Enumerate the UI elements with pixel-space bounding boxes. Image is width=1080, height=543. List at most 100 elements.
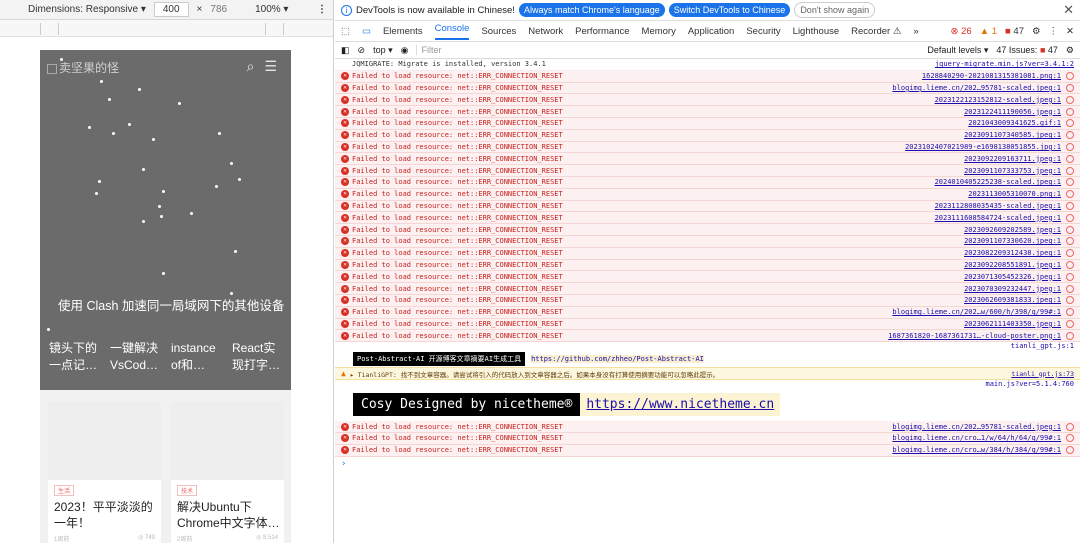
debug-icon[interactable]: [1066, 308, 1074, 317]
debug-icon[interactable]: [1066, 190, 1074, 199]
source-link[interactable]: tianli_gpt.js:1: [1011, 342, 1074, 350]
tab-application[interactable]: Application: [688, 26, 734, 37]
eye-icon[interactable]: ◉: [401, 45, 409, 56]
featured-card[interactable]: 一键解决VsCod…: [110, 340, 165, 382]
source-link[interactable]: tianli_gpt.js:73: [1011, 370, 1074, 378]
source-link[interactable]: 2023091107340585.jpeg:1: [964, 131, 1061, 139]
tab-performance[interactable]: Performance: [575, 26, 629, 37]
source-link[interactable]: 2023113005310070.png:1: [968, 190, 1061, 198]
sidebar-toggle-icon[interactable]: ◧: [341, 45, 350, 56]
tab-sources[interactable]: Sources: [481, 26, 516, 37]
debug-icon[interactable]: [1066, 319, 1074, 328]
source-link[interactable]: 1628840290-2021081315381081.png:1: [922, 72, 1061, 80]
console-settings-icon[interactable]: ⚙: [1066, 45, 1074, 56]
dont-show-button[interactable]: Don't show again: [794, 2, 876, 18]
debug-icon[interactable]: [1066, 237, 1074, 246]
source-link[interactable]: 2023062111403350.jpeg:1: [964, 320, 1061, 328]
source-link[interactable]: 2023092609202589.jpeg:1: [964, 226, 1061, 234]
search-icon[interactable]: ⌕: [247, 58, 255, 75]
featured-card[interactable]: instance of和…: [171, 340, 226, 382]
tab-recorder[interactable]: Recorder ⚠: [851, 26, 901, 37]
width-input[interactable]: 400: [153, 2, 189, 17]
debug-icon[interactable]: [1066, 213, 1074, 222]
debug-icon[interactable]: [1066, 95, 1074, 104]
debug-icon[interactable]: [1066, 446, 1074, 455]
source-link[interactable]: 2021043009341625.gif:1: [968, 119, 1061, 127]
post-card[interactable]: 生活 2023！平平淡淡的一年！ 1周前 ◎ 749: [48, 402, 161, 543]
source-link[interactable]: blogimg.lieme.cn/202…w/600/h/398/q/99#:1: [892, 308, 1061, 316]
debug-icon[interactable]: [1066, 249, 1074, 258]
debug-icon[interactable]: [1066, 272, 1074, 281]
source-link[interactable]: jquery-migrate.min.js?ver=3.4.1:2: [935, 60, 1074, 68]
close-devtools-icon[interactable]: ✕: [1066, 26, 1074, 37]
source-link[interactable]: 2023092209163711.jpeg:1: [964, 155, 1061, 163]
tab-console[interactable]: Console: [434, 23, 470, 40]
debug-icon[interactable]: [1066, 83, 1074, 92]
tab-elements[interactable]: Elements: [383, 26, 423, 37]
switch-chinese-button[interactable]: Switch DevTools to Chinese: [668, 3, 791, 17]
settings-icon[interactable]: ⚙: [1032, 26, 1041, 37]
hero-headline[interactable]: 使用 Clash 加速同一局域网下的其他设备: [58, 295, 284, 314]
debug-icon[interactable]: [1066, 296, 1074, 305]
debug-icon[interactable]: [1066, 166, 1074, 175]
tab-security[interactable]: Security: [746, 26, 780, 37]
device-more-icon[interactable]: ⋮: [317, 4, 327, 15]
filter-input[interactable]: Filter: [416, 45, 716, 55]
source-link[interactable]: 2023070309232447.jpeg:1: [964, 285, 1061, 293]
dimensions-select[interactable]: Dimensions: Responsive ▾: [28, 4, 146, 15]
debug-icon[interactable]: [1066, 284, 1074, 293]
debug-icon[interactable]: [1066, 119, 1074, 128]
console-prompt[interactable]: ›: [335, 459, 1080, 469]
cosy-link[interactable]: https://www.nicetheme.cn: [580, 392, 781, 416]
featured-card[interactable]: React实现打字…: [232, 340, 287, 382]
debug-icon[interactable]: [1066, 107, 1074, 116]
device-toggle-icon[interactable]: ▭: [362, 26, 371, 37]
menu-icon[interactable]: ☰: [264, 58, 277, 75]
source-link[interactable]: 2023122123152812-scaled.jpeg:1: [935, 96, 1061, 104]
debug-icon[interactable]: [1066, 178, 1074, 187]
source-link[interactable]: 2023102407021989-e1698138051855.jpg:1: [905, 143, 1061, 151]
source-link[interactable]: 2023091107333753.jpeg:1: [964, 167, 1061, 175]
tab-lighthouse[interactable]: Lighthouse: [793, 26, 839, 37]
source-link[interactable]: 2023092208551891.jpeg:1: [964, 261, 1061, 269]
close-icon[interactable]: ✕: [1063, 2, 1074, 18]
source-link[interactable]: blogimg.lieme.cn/202…95781-scaled.jpeg:1: [892, 84, 1061, 92]
debug-icon[interactable]: [1066, 154, 1074, 163]
source-link[interactable]: blogimg.lieme.cn/cro…1/w/64/h/64/q/99#:1: [892, 434, 1061, 442]
debug-icon[interactable]: [1066, 434, 1074, 443]
debug-icon[interactable]: [1066, 72, 1074, 81]
tab-network[interactable]: Network: [528, 26, 563, 37]
tab-memory[interactable]: Memory: [642, 26, 676, 37]
levels-select[interactable]: Default levels ▾: [927, 45, 988, 56]
inspect-icon[interactable]: ⬚: [341, 26, 350, 37]
debug-icon[interactable]: [1066, 142, 1074, 151]
featured-card[interactable]: 镜头下的一点记…: [49, 340, 104, 382]
source-link[interactable]: blogimg.lieme.cn/cro…w/384/h/384/q/99#:1: [892, 446, 1061, 454]
postabs-link[interactable]: https://github.com/zhheo/Post-Abstract-A…: [531, 354, 704, 363]
source-link[interactable]: 1687361820-1687361731…-cloud-poster.png:…: [888, 332, 1061, 340]
more-icon[interactable]: ⋮: [1049, 26, 1059, 37]
clear-console-icon[interactable]: ⊘: [358, 45, 366, 56]
more-tabs-icon[interactable]: »: [913, 26, 918, 37]
source-link[interactable]: 2023062609381833.jpeg:1: [964, 296, 1061, 304]
source-link[interactable]: 2023091107330620.jpeg:1: [964, 237, 1061, 245]
source-link[interactable]: 2024010405225238-scaled.jpeg:1: [935, 178, 1061, 186]
source-link[interactable]: 2023082209312438.jpeg:1: [964, 249, 1061, 257]
debug-icon[interactable]: [1066, 260, 1074, 269]
debug-icon[interactable]: [1066, 331, 1074, 340]
post-title[interactable]: 解决Ubuntu下Chrome中文字体…: [177, 499, 284, 531]
issues-count[interactable]: ■ 47: [1005, 26, 1024, 37]
zoom-select[interactable]: 100% ▾: [255, 4, 288, 15]
site-logo[interactable]: 卖坚果的怪: [47, 59, 119, 76]
error-count[interactable]: ⊗ 26: [951, 26, 972, 37]
source-link[interactable]: 2023111608584724-scaled.jpeg:1: [935, 214, 1061, 222]
match-language-button[interactable]: Always match Chrome's language: [518, 3, 665, 17]
source-link[interactable]: main.js?ver=5.1.4:760: [985, 380, 1074, 388]
source-link[interactable]: 2023122411190056.jpeg:1: [964, 108, 1061, 116]
source-link[interactable]: blogimg.lieme.cn/202…95781-scaled.jpeg:1: [892, 423, 1061, 431]
issues-button[interactable]: 47 Issues: ■ 47: [996, 45, 1058, 55]
post-card[interactable]: 技术 解决Ubuntu下Chrome中文字体… 2周前 ◎ 8,514: [171, 402, 284, 543]
debug-icon[interactable]: [1066, 131, 1074, 140]
warning-count[interactable]: ▲ 1: [980, 26, 997, 37]
debug-icon[interactable]: [1066, 422, 1074, 431]
